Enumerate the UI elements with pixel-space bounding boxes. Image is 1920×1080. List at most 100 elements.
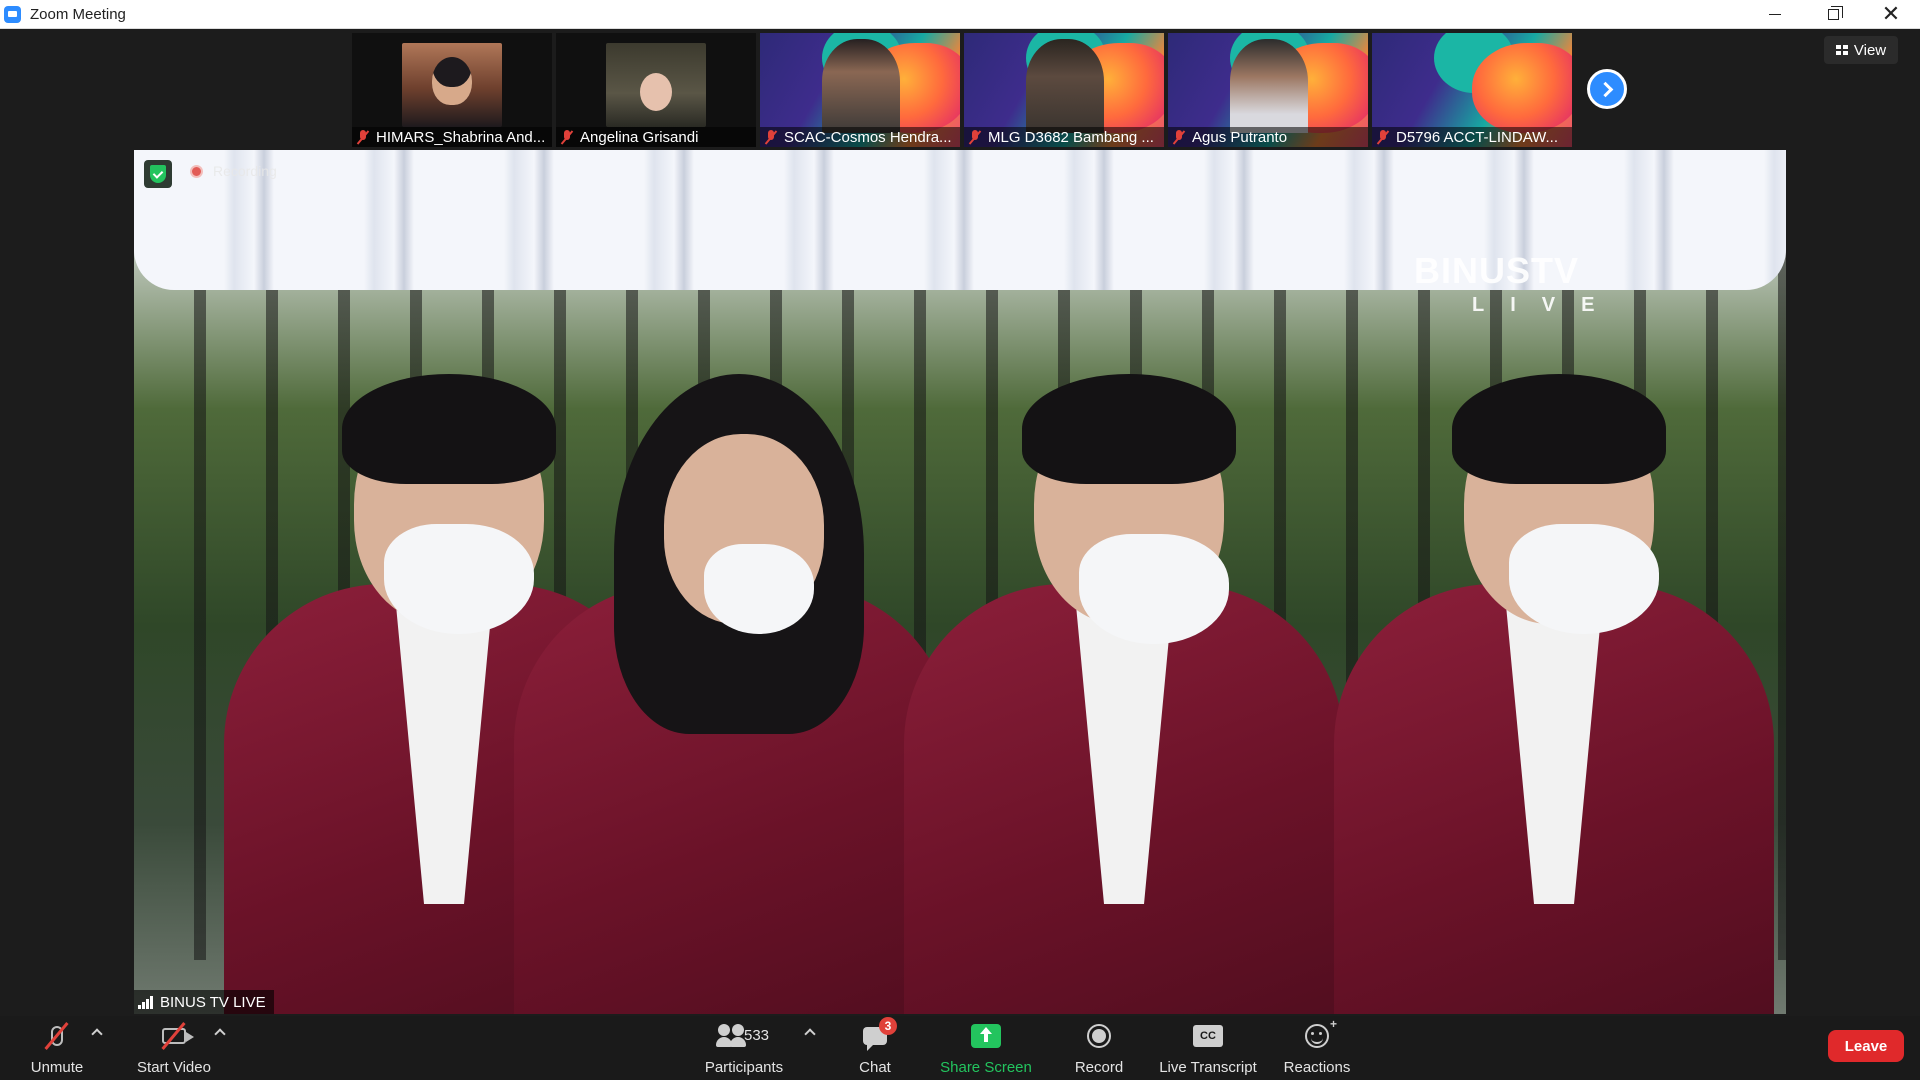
closed-caption-icon: CC (1190, 1019, 1226, 1053)
participant-tile[interactable]: Angelina Grisandi (556, 33, 756, 147)
record-icon (1081, 1019, 1117, 1053)
minimize-icon (1769, 14, 1781, 15)
chevron-right-icon (1597, 81, 1613, 97)
zoom-app-icon (4, 5, 21, 23)
video-person (514, 334, 954, 1014)
participants-icon: 533 (704, 1019, 784, 1053)
virtual-background-shape (1472, 43, 1572, 133)
chat-unread-badge: 3 (879, 1017, 897, 1035)
participant-name-bar: D5796 ACCT-LINDAW... (1372, 127, 1572, 147)
participants-options-caret[interactable] (804, 1026, 814, 1036)
leave-button[interactable]: Leave (1828, 1030, 1904, 1062)
participant-video (822, 39, 900, 133)
shield-check-icon (150, 165, 166, 183)
face-mask (384, 524, 534, 634)
gallery-strip: HIMARS_Shabrina And... Angelina Grisandi… (352, 33, 1572, 147)
participants-label: Participants (704, 1059, 784, 1076)
meeting-toolbar: Unmute Start Video 533 Participants 3 Ch… (0, 1016, 1920, 1080)
participant-video (606, 43, 706, 127)
participant-video (402, 43, 502, 127)
reactions-button[interactable]: + Reactions (1282, 1016, 1352, 1080)
unmute-button[interactable]: Unmute (26, 1016, 88, 1080)
main-video[interactable]: BINUSTV LIVE Recording BINUS TV LIVE (134, 150, 1786, 1014)
participant-tile[interactable]: D5796 ACCT-LINDAW... (1372, 33, 1572, 147)
recording-label: Recording (213, 163, 277, 179)
window-title: Zoom Meeting (30, 5, 126, 23)
participant-name: D5796 ACCT-LINDAW... (1396, 128, 1558, 146)
video-person (904, 334, 1344, 1014)
mic-muted-icon (560, 130, 574, 144)
chat-icon: 3 (857, 1017, 897, 1053)
participant-name-bar: Agus Putranto (1168, 127, 1368, 147)
participant-name-bar: SCAC-Cosmos Hendra... (760, 127, 960, 147)
audio-options-caret[interactable] (91, 1026, 101, 1036)
minimize-button[interactable] (1746, 0, 1804, 29)
participants-button[interactable]: 533 Participants (700, 1016, 788, 1080)
chat-label: Chat (859, 1059, 891, 1076)
hair (1022, 374, 1236, 484)
participant-tile[interactable]: MLG D3682 Bambang ... (964, 33, 1164, 147)
face-mask (1079, 534, 1229, 644)
close-icon: ✕ (1881, 1, 1901, 27)
participant-video (1230, 39, 1308, 133)
video-off-icon (156, 1019, 194, 1053)
recording-indicator: Recording (190, 163, 277, 179)
participant-name-bar: Angelina Grisandi (556, 127, 756, 147)
start-video-label: Start Video (137, 1059, 211, 1076)
participant-name: MLG D3682 Bambang ... (988, 128, 1154, 146)
start-video-button[interactable]: Start Video (130, 1016, 218, 1080)
title-bar: Zoom Meeting ✕ (0, 0, 1920, 29)
participant-name-bar: MLG D3682 Bambang ... (964, 127, 1164, 147)
recording-dot-icon (190, 164, 203, 178)
participant-video (1026, 39, 1104, 133)
encryption-shield-icon[interactable] (144, 160, 172, 188)
participants-count: 533 (744, 1027, 770, 1044)
mic-muted-icon (39, 1019, 75, 1053)
record-circle-icon (1087, 1024, 1111, 1048)
record-label: Record (1074, 1059, 1124, 1076)
watermark-subtitle: LIVE (1472, 294, 1621, 316)
reactions-label: Reactions (1283, 1059, 1351, 1076)
mic-muted-icon (1376, 130, 1390, 144)
mic-muted-icon (968, 130, 982, 144)
mic-muted-icon (356, 130, 370, 144)
smiley-icon (1305, 1024, 1329, 1048)
binustv-watermark: BINUSTV LIVE (1414, 250, 1620, 317)
video-options-caret[interactable] (214, 1026, 224, 1036)
face-mask (704, 544, 814, 634)
view-label: View (1853, 41, 1887, 59)
video-person (1334, 334, 1774, 1014)
next-page-button[interactable] (1587, 69, 1627, 109)
speaker-name-badge: BINUS TV LIVE (134, 990, 274, 1014)
signal-strength-icon (138, 995, 154, 1009)
live-transcript-button[interactable]: CC Live Transcript (1158, 1016, 1258, 1080)
hair (1452, 374, 1666, 484)
record-button[interactable]: Record (1072, 1016, 1126, 1080)
mic-muted-icon (764, 130, 778, 144)
participant-tile[interactable]: HIMARS_Shabrina And... (352, 33, 552, 147)
close-button[interactable]: ✕ (1862, 0, 1920, 29)
speaker-name: BINUS TV LIVE (160, 993, 266, 1011)
mic-muted-icon (1172, 130, 1186, 144)
view-button[interactable]: View (1824, 36, 1898, 64)
reactions-icon: + (1299, 1017, 1337, 1053)
unmute-label: Unmute (30, 1059, 84, 1076)
window-controls: ✕ (1746, 0, 1920, 29)
meeting-area: HIMARS_Shabrina And... Angelina Grisandi… (0, 29, 1920, 1016)
participant-name: Angelina Grisandi (580, 128, 699, 146)
grid-icon (1835, 44, 1848, 56)
participant-name: SCAC-Cosmos Hendra... (784, 128, 952, 146)
plus-icon: + (1329, 1017, 1337, 1031)
restore-button[interactable] (1804, 0, 1862, 29)
cc-glyph: CC (1193, 1025, 1223, 1047)
participant-tile[interactable]: Agus Putranto (1168, 33, 1368, 147)
share-arrow-icon (971, 1024, 1001, 1048)
face-mask (1509, 524, 1659, 634)
chat-button[interactable]: 3 Chat (850, 1016, 900, 1080)
share-screen-button[interactable]: Share Screen (940, 1016, 1032, 1080)
watermark-title: BINUSTV (1414, 250, 1580, 291)
participant-tile[interactable]: SCAC-Cosmos Hendra... (760, 33, 960, 147)
participant-name-bar: HIMARS_Shabrina And... (352, 127, 552, 147)
participant-name: Agus Putranto (1192, 128, 1288, 146)
share-screen-icon (968, 1019, 1004, 1053)
